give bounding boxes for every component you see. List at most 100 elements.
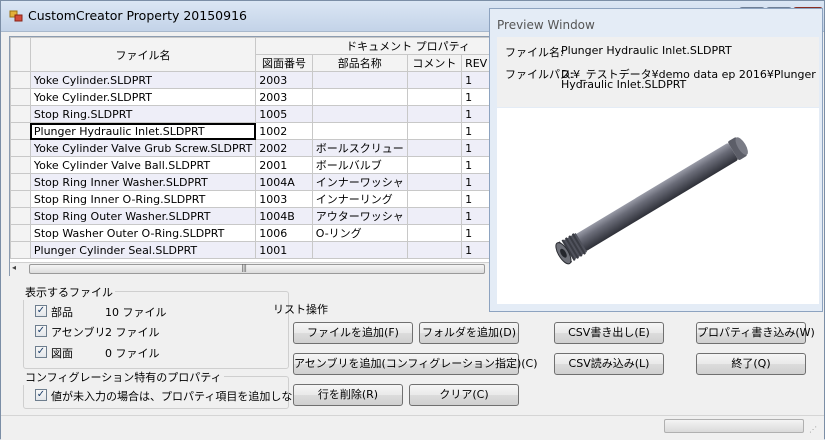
cell-rev[interactable]: 1	[461, 156, 493, 174]
cell-rev[interactable]: 1	[461, 105, 493, 123]
cell-filename[interactable]: Yoke Cylinder.SLDPRT	[29, 88, 257, 106]
cell-comment[interactable]	[406, 71, 463, 89]
cell-filename[interactable]: Stop Ring Outer Washer.SLDPRT	[29, 207, 257, 225]
cell-filename[interactable]: Yoke Cylinder Valve Ball.SLDPRT	[29, 156, 257, 174]
property-grid[interactable]: ファイル名 ドキュメント プロパティ 図面番号 部品名称 コメント REV Yo…	[9, 36, 494, 276]
column-header-part-name[interactable]: 部品名称	[311, 54, 408, 72]
cell-part-name[interactable]: アウターワッシャ	[311, 207, 408, 225]
add-folder-button[interactable]: フォルダを追加(D)	[419, 322, 519, 344]
cell-drawing-no[interactable]: 1004B	[255, 207, 313, 225]
table-row[interactable]: Stop Ring Outer Washer.SLDPRT 1004B アウターワッ…	[10, 207, 493, 225]
table-row[interactable]: Yoke Cylinder Valve Grub Screw.SLDPRT 200…	[10, 139, 493, 157]
column-header-drawing-no[interactable]: 図面番号	[255, 54, 313, 72]
cell-drawing-no[interactable]: 1006	[255, 224, 313, 242]
row-header[interactable]	[10, 207, 31, 225]
clear-button[interactable]: クリア(C)	[409, 384, 519, 406]
cell-drawing-no[interactable]: 1003	[255, 190, 313, 208]
cell-comment[interactable]	[406, 224, 463, 242]
cell-comment[interactable]	[406, 173, 463, 191]
cell-drawing-no[interactable]: 1001	[255, 241, 313, 259]
cell-rev[interactable]: 1	[461, 190, 493, 208]
delete-row-button[interactable]: 行を削除(R)	[293, 384, 403, 406]
cell-filename[interactable]: Stop Washer Outer O-Ring.SLDPRT	[29, 224, 257, 242]
cell-part-name[interactable]	[311, 88, 408, 106]
cell-part-name[interactable]: インナーリング	[311, 190, 408, 208]
cell-drawing-no[interactable]: 2003	[255, 71, 313, 89]
cell-rev[interactable]: 1	[461, 173, 493, 191]
row-header[interactable]	[10, 71, 31, 89]
row-header[interactable]	[10, 105, 31, 123]
row-header[interactable]	[10, 88, 31, 106]
cell-rev[interactable]: 1	[461, 88, 493, 106]
cell-comment[interactable]	[406, 105, 463, 123]
row-header[interactable]	[10, 122, 31, 140]
add-file-button[interactable]: ファイルを追加(F)	[293, 322, 413, 344]
cell-comment[interactable]	[406, 122, 463, 140]
cell-filename[interactable]: Plunger Cylinder Seal.SLDPRT	[29, 241, 257, 259]
column-header-rev[interactable]: REV	[461, 54, 493, 72]
checkbox-assembly[interactable]: ✓	[35, 325, 47, 337]
cell-filename[interactable]: Yoke Cylinder.SLDPRT	[29, 71, 257, 89]
csv-import-button[interactable]: CSV読み込み(L)	[554, 353, 664, 375]
scroll-left-arrow-icon[interactable]: ◂	[12, 263, 16, 272]
table-row[interactable]: Stop Ring.SLDPRT 1005 1	[10, 105, 493, 123]
row-header[interactable]	[10, 173, 31, 191]
cell-part-name[interactable]	[311, 71, 408, 89]
cell-part-name[interactable]	[311, 105, 408, 123]
cell-drawing-no[interactable]: 2001	[255, 156, 313, 174]
cell-filename[interactable]: Stop Ring Inner O-Ring.SLDPRT	[29, 190, 257, 208]
table-row[interactable]: Stop Washer Outer O-Ring.SLDPRT 1006 O-リング…	[10, 224, 493, 242]
table-row[interactable]: Yoke Cylinder.SLDPRT 2003 1	[10, 88, 493, 106]
exit-button[interactable]: 終了(Q)	[696, 353, 806, 375]
row-header[interactable]	[10, 156, 31, 174]
cell-part-name[interactable]	[311, 122, 408, 140]
cell-filename[interactable]: Stop Ring Inner Washer.SLDPRT	[29, 173, 257, 191]
row-header[interactable]	[10, 224, 31, 242]
checkbox-parts[interactable]: ✓	[35, 305, 47, 317]
checkbox-drawing[interactable]: ✓	[35, 346, 47, 358]
cell-drawing-no[interactable]: 2003	[255, 88, 313, 106]
table-row[interactable]: Stop Ring Inner Washer.SLDPRT 1004A インナーワッ…	[10, 173, 493, 191]
cell-part-name[interactable]	[311, 241, 408, 259]
table-row[interactable]: Plunger Hydraulic Inlet.SLDPRT 1002 1	[10, 122, 493, 140]
cell-rev[interactable]: 1	[461, 241, 493, 259]
table-row[interactable]: Yoke Cylinder Valve Ball.SLDPRT 2001 ボールバル…	[10, 156, 493, 174]
table-row[interactable]: Yoke Cylinder.SLDPRT 2003 1	[10, 71, 493, 89]
cell-drawing-no[interactable]: 1002	[255, 122, 313, 140]
row-header[interactable]	[10, 190, 31, 208]
cell-comment[interactable]	[406, 156, 463, 174]
cell-part-name[interactable]: インナーワッシャ	[311, 173, 408, 191]
cell-filename[interactable]: Stop Ring.SLDPRT	[29, 105, 257, 123]
column-header-filename[interactable]: ファイル名	[29, 37, 257, 72]
column-header-comment[interactable]: コメント	[406, 54, 463, 72]
table-row[interactable]: Plunger Cylinder Seal.SLDPRT 1001 1	[10, 241, 493, 259]
cell-comment[interactable]	[406, 139, 463, 157]
csv-export-button[interactable]: CSV書き出し(E)	[554, 322, 664, 344]
scrollbar-thumb[interactable]	[29, 264, 485, 274]
cell-filename[interactable]: Yoke Cylinder Valve Grub Screw.SLDPRT	[29, 139, 257, 157]
cell-comment[interactable]	[406, 190, 463, 208]
row-header[interactable]	[10, 139, 31, 157]
cell-comment[interactable]	[406, 241, 463, 259]
cell-rev[interactable]: 1	[461, 207, 493, 225]
checkbox-skip-empty[interactable]: ✓	[35, 389, 47, 401]
cell-filename-selected[interactable]: Plunger Hydraulic Inlet.SLDPRT	[29, 122, 257, 140]
cell-rev[interactable]: 1	[461, 224, 493, 242]
count-drawing: 0 ファイル	[105, 347, 160, 360]
cell-part-name[interactable]: ボールスクリュー	[311, 139, 408, 157]
cell-comment[interactable]	[406, 88, 463, 106]
cell-rev[interactable]: 1	[461, 122, 493, 140]
row-header[interactable]	[10, 241, 31, 259]
cell-rev[interactable]: 1	[461, 139, 493, 157]
cell-drawing-no[interactable]: 2002	[255, 139, 313, 157]
resize-grip-icon[interactable]: ⋰	[809, 425, 817, 434]
table-row[interactable]: Stop Ring Inner O-Ring.SLDPRT 1003 インナーリング…	[10, 190, 493, 208]
add-assembly-button[interactable]: アセンブリを追加(コンフィグレーション指定)(C)	[293, 353, 538, 375]
cell-drawing-no[interactable]: 1004A	[255, 173, 313, 191]
write-properties-button[interactable]: プロパティ書き込み(W)	[696, 322, 815, 344]
cell-rev[interactable]: 1	[461, 71, 493, 89]
cell-part-name[interactable]: ボールバルブ	[311, 156, 408, 174]
cell-drawing-no[interactable]: 1005	[255, 105, 313, 123]
cell-comment[interactable]	[406, 207, 463, 225]
cell-part-name[interactable]: O-リング	[311, 224, 408, 242]
